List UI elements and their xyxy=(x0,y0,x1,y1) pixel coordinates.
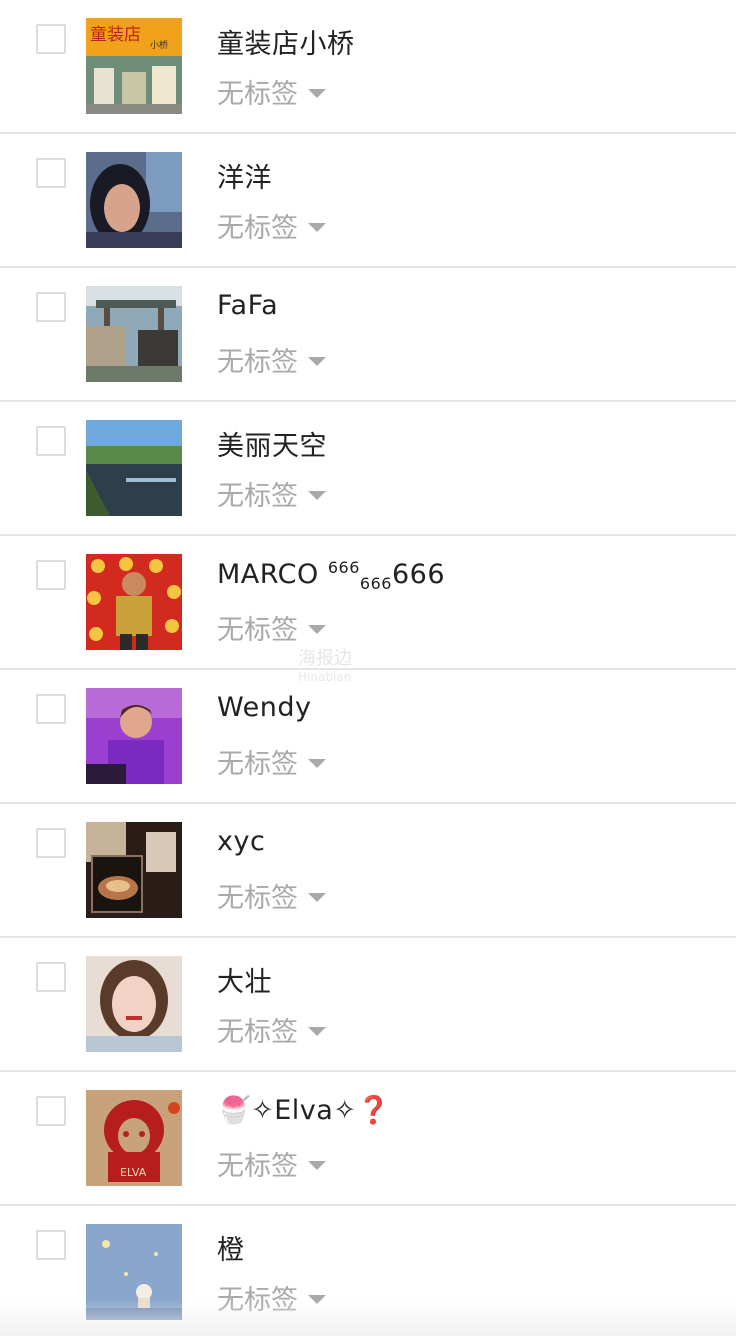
select-checkbox[interactable] xyxy=(36,158,66,188)
avatar[interactable] xyxy=(86,286,182,382)
select-checkbox[interactable] xyxy=(36,828,66,858)
tag-label: 无标签 xyxy=(217,1151,298,1182)
avatar[interactable]: ELVA xyxy=(86,1090,182,1186)
tag-label: 无标签 xyxy=(217,481,298,512)
tag-label: 无标签 xyxy=(217,79,298,110)
contact-name: 橙 xyxy=(217,1235,245,1266)
chevron-down-icon xyxy=(308,88,326,98)
avatar[interactable]: 童装店 小桥 xyxy=(86,18,182,114)
watermark: 海报边 Hinabian xyxy=(298,648,352,685)
chevron-down-icon xyxy=(308,490,326,500)
tag-label: 无标签 xyxy=(217,1017,298,1048)
contact-name: Wendy xyxy=(217,692,312,723)
select-checkbox[interactable] xyxy=(36,24,66,54)
avatar[interactable] xyxy=(86,152,182,248)
tag-label: 无标签 xyxy=(217,749,298,780)
avatar[interactable] xyxy=(86,554,182,650)
contact-name: 美丽天空 xyxy=(217,431,327,462)
tag-dropdown[interactable]: 无标签 xyxy=(217,742,326,781)
tag-dropdown[interactable]: 无标签 xyxy=(217,72,326,111)
bottom-fade xyxy=(0,1300,736,1336)
contact-row[interactable]: 童装店 小桥 童装店小桥 无标签 xyxy=(0,0,736,134)
avatar[interactable] xyxy=(86,688,182,784)
contact-name: 大壮 xyxy=(217,967,272,998)
avatar[interactable] xyxy=(86,420,182,516)
contact-row[interactable]: 美丽天空 无标签 xyxy=(0,402,736,536)
tag-dropdown[interactable]: 无标签 xyxy=(217,206,326,245)
select-checkbox[interactable] xyxy=(36,1230,66,1260)
contact-row[interactable]: 大壮 无标签 xyxy=(0,938,736,1072)
contact-name: 🍧✧Elva✧❓ xyxy=(217,1095,391,1126)
shop-sub-text: 小桥 xyxy=(150,39,168,51)
contact-name: xyc xyxy=(217,826,266,857)
tag-dropdown[interactable]: 无标签 xyxy=(217,474,326,513)
chevron-down-icon xyxy=(308,758,326,768)
tag-label: 无标签 xyxy=(217,883,298,914)
select-checkbox[interactable] xyxy=(36,292,66,322)
contact-name: MARCO 666666666 xyxy=(217,558,446,593)
contact-row[interactable]: 洋洋 无标签 xyxy=(0,134,736,268)
select-checkbox[interactable] xyxy=(36,694,66,724)
select-checkbox[interactable] xyxy=(36,1096,66,1126)
chevron-down-icon xyxy=(308,1026,326,1036)
tag-label: 无标签 xyxy=(217,213,298,244)
chevron-down-icon xyxy=(308,222,326,232)
contact-row[interactable]: Wendy 无标签 xyxy=(0,670,736,804)
tag-dropdown[interactable]: 无标签 xyxy=(217,340,326,379)
contact-name: 洋洋 xyxy=(217,163,272,194)
tag-label: 无标签 xyxy=(217,347,298,378)
tag-label: 无标签 xyxy=(217,615,298,646)
contact-name: FaFa xyxy=(217,290,279,321)
contact-row[interactable]: xyc 无标签 xyxy=(0,804,736,938)
contact-row[interactable]: FaFa 无标签 xyxy=(0,268,736,402)
tag-dropdown[interactable]: 无标签 xyxy=(217,1010,326,1049)
select-checkbox[interactable] xyxy=(36,560,66,590)
chevron-down-icon xyxy=(308,624,326,634)
contact-row[interactable]: MARCO 666666666 无标签 xyxy=(0,536,736,670)
contact-name: 童装店小桥 xyxy=(217,29,355,60)
elva-avatar-text: ELVA xyxy=(120,1166,147,1179)
avatar[interactable] xyxy=(86,956,182,1052)
tag-dropdown[interactable]: 无标签 xyxy=(217,876,326,915)
select-checkbox[interactable] xyxy=(36,962,66,992)
tag-dropdown[interactable]: 无标签 xyxy=(217,608,326,647)
select-checkbox[interactable] xyxy=(36,426,66,456)
chevron-down-icon xyxy=(308,356,326,366)
chevron-down-icon xyxy=(308,892,326,902)
tag-dropdown[interactable]: 无标签 xyxy=(217,1144,326,1183)
shop-sign-text: 童装店 xyxy=(90,25,141,45)
contact-row[interactable]: ELVA 🍧✧Elva✧❓ 无标签 xyxy=(0,1072,736,1206)
avatar[interactable] xyxy=(86,822,182,918)
chevron-down-icon xyxy=(308,1160,326,1170)
